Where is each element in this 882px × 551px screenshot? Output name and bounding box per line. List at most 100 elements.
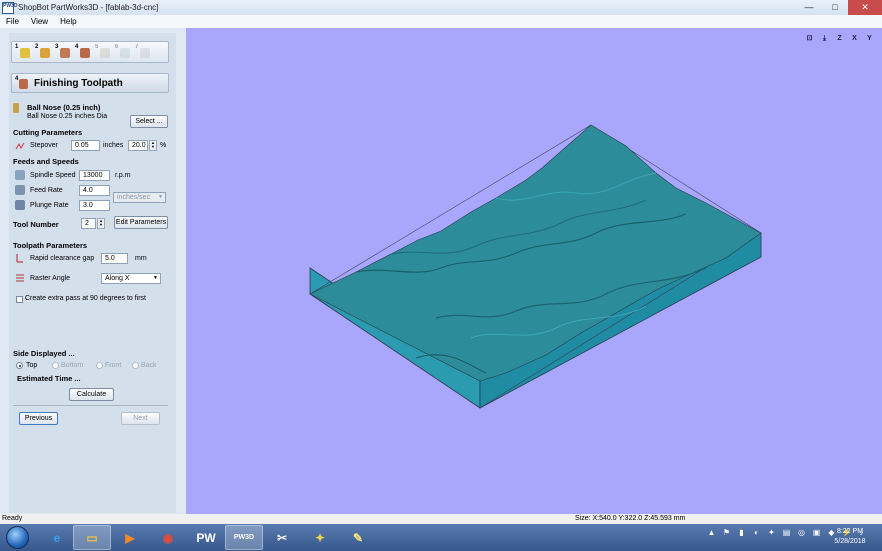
extra-pass-label: Create extra pass at 90 degrees to first <box>25 295 147 302</box>
close-button[interactable]: ✕ <box>848 0 882 15</box>
rapid-clearance-label: Rapid clearance gap <box>30 255 95 262</box>
maximize-button[interactable]: □ <box>822 0 848 15</box>
step-5-button[interactable]: 5 <box>95 44 112 60</box>
edit-parameters-button[interactable]: Edit Parameters <box>114 216 168 229</box>
step-number: 6 <box>115 44 119 50</box>
step-7-button[interactable]: 7 <box>135 44 152 60</box>
orient-icon <box>40 48 50 58</box>
explorer-icon[interactable]: ▭ <box>73 525 111 550</box>
tray-icon[interactable]: ⚑ <box>721 527 732 538</box>
snipping-icon[interactable]: ✂ <box>263 525 301 550</box>
next-button[interactable]: Next <box>121 412 160 425</box>
tray-icon[interactable]: ◎ <box>796 527 807 538</box>
clock-date: 5/28/2018 <box>834 538 866 545</box>
raster-angle-icon <box>15 273 25 283</box>
step-number: 2 <box>35 44 39 50</box>
menu-file[interactable]: File <box>0 17 25 26</box>
chrome-icon-glyph: ◉ <box>162 530 174 545</box>
shopbot-icon[interactable]: ✦ <box>301 525 339 550</box>
rate-unit-value: inches/sec <box>117 194 151 201</box>
tray-icon[interactable]: ▲ <box>706 527 717 538</box>
stepover-icon <box>15 141 25 151</box>
step-1-button[interactable]: 1 <box>15 44 32 60</box>
setup-icon <box>20 48 30 58</box>
feeds-speeds-heading: Feeds and Speeds <box>13 157 79 166</box>
plunge-rate-input[interactable]: 3.0 <box>79 200 110 211</box>
step-4-button[interactable]: 4 <box>75 44 92 60</box>
rapid-clearance-input[interactable]: 5.0 <box>101 253 128 264</box>
spindle-speed-input[interactable]: 13000 <box>79 170 110 181</box>
side-bottom-radio[interactable] <box>52 362 59 369</box>
side-top-radio[interactable] <box>16 362 23 369</box>
model-size-readout: Size: X:540.0 Y:322.0 Z:45.593 mm <box>575 515 686 522</box>
spindle-speed-label: Spindle Speed <box>30 172 76 179</box>
stepover-percent-spinner[interactable]: ▲ ▼ <box>149 140 157 151</box>
tray-icon[interactable]: ▤ <box>781 527 792 538</box>
tool-number-input[interactable]: 2 <box>81 218 96 229</box>
window-title: ShopBot PartWorks3D - [fablab-3d-cnc] <box>18 3 159 12</box>
feed-rate-input[interactable]: 4.0 <box>79 185 110 196</box>
step-number: 4 <box>75 44 79 50</box>
menu-help[interactable]: Help <box>54 17 82 26</box>
divider <box>13 405 168 406</box>
tray-icon[interactable]: ✦ <box>766 527 777 538</box>
raster-angle-label: Raster Angle <box>30 275 71 282</box>
menu-bar: File View Help <box>0 15 882 28</box>
3d-viewport[interactable]: ⊡ ⤓ Z X Y <box>186 28 882 514</box>
raster-angle-select[interactable]: Along X ▼ <box>101 273 161 284</box>
previous-button[interactable]: Previous <box>19 412 58 425</box>
toolpath-panel: 1 2 3 4 5 6 7 4 Finishing Toolpath Ball Nose (… <box>9 33 176 513</box>
spindle-unit: r.p.m <box>115 172 131 179</box>
app-logo-icon: PW3D <box>2 1 17 14</box>
finish-icon: 4 <box>15 76 29 90</box>
rate-unit-select[interactable]: inches/sec ▼ <box>113 192 166 203</box>
extra-pass-checkbox[interactable] <box>16 296 23 303</box>
step-2-button[interactable]: 2 <box>35 44 52 60</box>
plunge-rate-icon <box>15 200 25 210</box>
side-displayed-heading: Side Displayed ... <box>13 349 75 358</box>
explorer-icon-glyph: ▭ <box>86 530 98 545</box>
select-tool-button[interactable]: Select ... <box>130 115 168 128</box>
side-top-label: Top <box>26 362 38 369</box>
chrome-icon[interactable]: ◉ <box>149 525 187 550</box>
step-number: 7 <box>135 44 139 50</box>
chevron-down-icon: ▼ <box>153 275 158 281</box>
start-button[interactable] <box>6 526 29 549</box>
minimize-button[interactable]: — <box>796 0 822 15</box>
clock[interactable]: 8:22 PM 5/28/2018 <box>830 527 870 547</box>
calculate-button[interactable]: Calculate <box>69 388 114 401</box>
step-6-button[interactable]: 6 <box>115 44 132 60</box>
plunge-rate-label: Plunge Rate <box>30 202 69 209</box>
snipping-icon-glyph: ✂ <box>276 530 288 545</box>
menu-view[interactable]: View <box>25 17 54 26</box>
tool-number-label: Tool Number <box>13 220 59 229</box>
tool-number-spinner[interactable]: ▲ ▼ <box>97 218 105 229</box>
side-front-label: Front <box>105 362 122 369</box>
preview-icon <box>120 48 130 58</box>
workflow-toolbar: 1 2 3 4 5 6 7 <box>11 41 169 63</box>
pw3d-icon[interactable]: PW3D <box>225 525 263 550</box>
tray-icon[interactable]: ▣ <box>811 527 822 538</box>
step-3-button[interactable]: 3 <box>55 44 72 60</box>
ie-icon[interactable]: e <box>38 525 76 550</box>
taskbar: ▲ ⚑ ▮ ◐ ✦ ▤ ◎ ▣ ◆ ⚡ ♪ 8:22 PM 5/28/2018 e ▭ ▶ ◉ PW PW3D… <box>0 524 882 551</box>
stepover-unit: inches <box>103 142 124 149</box>
cutout-icon <box>100 48 110 58</box>
feed-rate-label: Feed Rate <box>30 187 63 194</box>
toolpath-parameters-heading: Toolpath Parameters <box>13 241 88 250</box>
ball-nose-tool-icon <box>13 103 19 113</box>
step-number: 1 <box>15 44 19 50</box>
side-front-radio[interactable] <box>96 362 103 369</box>
cutting-parameters-heading: Cutting Parameters <box>13 128 83 137</box>
stepover-percent-input[interactable]: 20.0 <box>128 140 148 151</box>
step-number: 3 <box>55 44 59 50</box>
paint-icon[interactable]: ✎ <box>339 525 377 550</box>
stepover-label: Stepover <box>30 142 59 149</box>
tray-icon[interactable]: ◐ <box>751 527 762 538</box>
stepover-input[interactable]: 0.05 <box>71 140 100 151</box>
finish-icon <box>80 48 90 58</box>
tray-icon[interactable]: ▮ <box>736 527 747 538</box>
side-back-radio[interactable] <box>132 362 139 369</box>
media-player-icon[interactable]: ▶ <box>111 525 149 550</box>
pw-icon[interactable]: PW <box>187 525 225 550</box>
